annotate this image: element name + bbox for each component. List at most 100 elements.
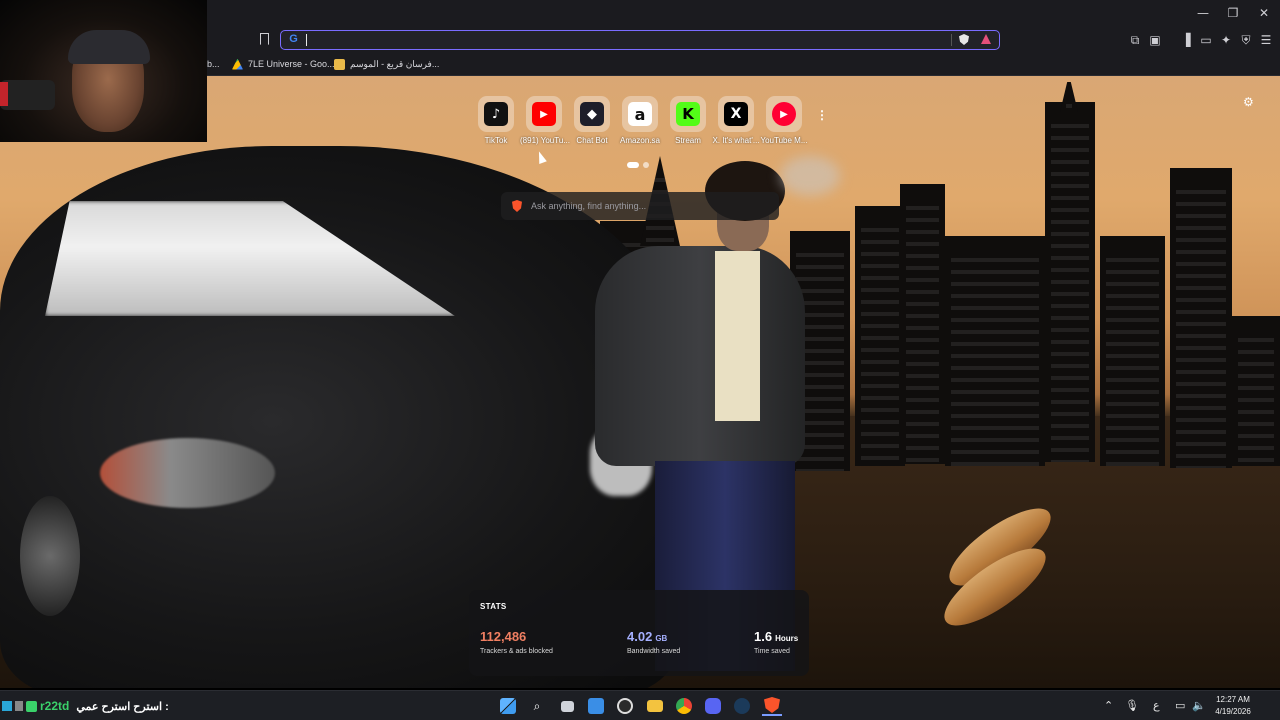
brave-rewards-icon[interactable] (981, 34, 991, 44)
top-site-icon-frame: K (670, 96, 706, 132)
stat-time-unit: Hours (775, 634, 799, 643)
webcam-microphone-accent (0, 82, 8, 106)
top-site-label: TikTok (484, 136, 508, 145)
minimize-button[interactable]: — (1192, 4, 1214, 22)
stat-bandwidth-unit: GB (655, 634, 668, 643)
top-site-label: YouTube M... (760, 136, 808, 145)
tray-overflow-icon[interactable]: ⌃ (1104, 699, 1113, 712)
stat-bandwidth-value: 4.02 (627, 629, 653, 644)
chrome-icon[interactable] (674, 696, 694, 716)
stat-trackers: 112,486 Trackers & ads blocked (480, 629, 553, 655)
ticker-user-icon (15, 701, 23, 711)
discord-glyph (705, 698, 721, 714)
background-building (1060, 82, 1078, 112)
store-icon[interactable] (586, 696, 606, 716)
stat-trackers-label: Trackers & ads blocked (480, 648, 553, 655)
top-sites-pager (627, 162, 649, 168)
top-site-tile[interactable]: ▶ YouTube M... (760, 96, 808, 145)
background-building (855, 206, 905, 466)
discord-icon[interactable] (703, 696, 723, 716)
stream-ticker: r22td استرح استرح عمي : (2, 699, 169, 713)
taskbar: r22td استرح استرح عمي : ⌕ ⌃ 🎙 ع ▭ 🔈 12:2… (0, 690, 1280, 720)
brave-taskbar-icon[interactable] (762, 696, 782, 716)
webcam-streamer-cap (68, 30, 150, 64)
pager-dot[interactable] (643, 162, 649, 168)
task-view-icon[interactable] (557, 696, 577, 716)
background-person-shirt (715, 251, 760, 421)
screen: — ❐ ✕ G ⧉ ▣ ▐ ▭ ✦ ⛨ ☰ b... 7LE Universe … (0, 0, 1280, 720)
x-icon: X (724, 102, 748, 126)
pager-dot-active[interactable] (627, 162, 639, 168)
microphone-icon[interactable]: 🎙 (1125, 699, 1139, 712)
folder-glyph (647, 700, 663, 712)
top-site-tile[interactable]: ▶ (891) YouTu... (520, 96, 570, 145)
top-site-label: X. It's what'... (712, 136, 760, 145)
top-site-icon-frame: X (718, 96, 754, 132)
top-site-tile[interactable]: ♪ TikTok (472, 96, 520, 145)
bookmark-label: فرسان قريع - الموسم... (350, 58, 440, 69)
close-window-button[interactable]: ✕ (1253, 4, 1275, 22)
top-site-label: (891) YouTu... (520, 136, 570, 145)
stat-bandwidth-label: Bandwidth saved (627, 648, 681, 655)
network-icon[interactable]: ▭ (1175, 699, 1185, 712)
media-cast-icon[interactable]: ▣ (1148, 33, 1162, 47)
wallet-icon[interactable]: ▭ (1199, 33, 1213, 47)
stat-time-value-row: 1.6 Hours (754, 629, 798, 644)
stat-bandwidth-value-row: 4.02 GB (627, 629, 680, 644)
background-car-headlight (100, 438, 275, 508)
background-person-coat (595, 246, 805, 466)
address-input[interactable] (311, 32, 941, 47)
chrome-glyph (676, 698, 692, 714)
sidebar-icon[interactable]: ▐ (1179, 33, 1193, 47)
system-clock[interactable]: 12:27 AM 4/19/2026 (1208, 694, 1258, 718)
volume-icon[interactable]: 🔈 (1192, 699, 1206, 712)
top-site-label: Stream (675, 136, 701, 145)
extensions-icon[interactable]: ⧉ (1128, 33, 1142, 47)
top-site-tile[interactable]: K Stream (664, 96, 712, 145)
chat-bot-icon: ◆ (580, 102, 604, 126)
menu-icon[interactable]: ☰ (1259, 33, 1273, 47)
tiktok-icon: ♪ (484, 102, 508, 126)
stat-trackers-value-row: 112,486 (480, 629, 553, 644)
search-input[interactable] (531, 197, 771, 215)
text-caret (306, 34, 307, 46)
stats-widget[interactable]: STATS 112,486 Trackers & ads blocked 4.0… (469, 590, 809, 676)
address-bar[interactable]: G (280, 30, 1000, 50)
search-taskbar-icon[interactable]: ⌕ (527, 696, 547, 716)
background-building (900, 184, 945, 464)
settings-gear-icon[interactable]: ⚙ (1243, 96, 1255, 108)
youtube-icon: ▶ (532, 102, 556, 126)
file-explorer-icon[interactable] (645, 696, 665, 716)
bookmark-item[interactable]: فرسان قريع - الموسم... (334, 56, 439, 72)
background-building (1045, 102, 1095, 462)
top-site-icon-frame: ▶ (766, 96, 802, 132)
leo-ai-icon[interactable]: ✦ (1219, 33, 1233, 47)
stat-bandwidth: 4.02 GB Bandwidth saved (627, 629, 680, 655)
bookmark-label: b... (207, 59, 220, 69)
brave-shields-icon[interactable] (959, 34, 969, 45)
obs-icon[interactable] (615, 696, 635, 716)
more-options-icon[interactable]: ⋮ (816, 108, 828, 122)
input-language[interactable]: ع (1153, 699, 1160, 712)
top-site-tile[interactable]: X X. It's what'... (712, 96, 760, 145)
top-site-tile[interactable]: ◆ Chat Bot (568, 96, 616, 145)
obs-glyph (617, 698, 633, 714)
webcam-overlay (0, 0, 207, 142)
search-box[interactable] (501, 192, 779, 220)
bookmark-favicon-icon (334, 58, 345, 70)
store-glyph (588, 698, 604, 714)
windows-logo-icon (500, 698, 516, 714)
steam-glyph (734, 698, 750, 714)
top-site-tile[interactable]: a Amazon.sa (616, 96, 664, 145)
ticker-message: استرح استرح عمي : (76, 700, 169, 713)
bookmark-item[interactable]: b... (207, 56, 220, 72)
task-view-glyph (560, 700, 574, 712)
steam-icon[interactable] (732, 696, 752, 716)
start-button[interactable] (498, 696, 518, 716)
background-building (1170, 168, 1232, 468)
background-smoke (780, 156, 840, 196)
ticker-badge-icon (26, 700, 37, 712)
vpn-shield-icon[interactable]: ⛨ (1239, 33, 1253, 47)
restore-button[interactable]: ❐ (1222, 4, 1244, 22)
bookmark-item[interactable]: 7LE Universe - Goo... (232, 56, 335, 72)
